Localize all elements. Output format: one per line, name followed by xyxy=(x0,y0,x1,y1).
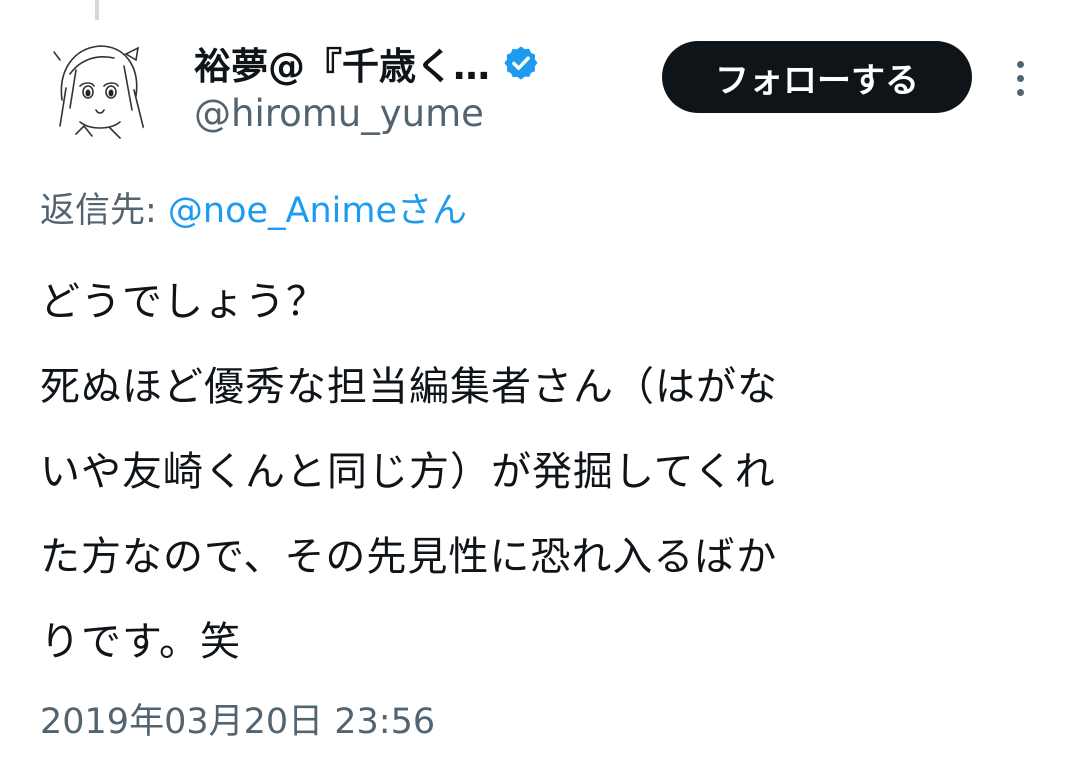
follow-button[interactable]: フォローする xyxy=(662,41,972,113)
tweet-text-line: 死ぬほど優秀な担当編集者さん（はがな xyxy=(40,364,778,410)
thread-connector-line xyxy=(95,0,99,20)
tweet-text-line: どうでしょう？ xyxy=(40,279,327,325)
tweet-timestamp[interactable]: 2019年03月20日 23:56 xyxy=(40,693,435,744)
reply-to-mention-link[interactable]: @noe_Animeさん xyxy=(168,191,467,231)
reply-to-line: 返信先: @noe_Animeさん xyxy=(40,182,467,233)
tweet-text-line: いや友崎くんと同じ方）が発掘してくれ xyxy=(40,449,776,495)
tweet-text-line: た方なので、その先見性に恐れ入るばか xyxy=(40,534,778,580)
avatar[interactable] xyxy=(40,30,158,148)
tweet-text-line: りです。笑 xyxy=(40,619,241,665)
verified-badge-icon xyxy=(502,44,540,82)
vertical-ellipsis-icon xyxy=(1016,60,1024,68)
vertical-ellipsis-icon-dot xyxy=(1016,74,1024,82)
anime-girl-sketch-avatar-icon xyxy=(40,30,158,148)
reply-to-prefix: 返信先: xyxy=(40,191,168,231)
author-handle[interactable]: @hiromu_yume xyxy=(194,92,484,135)
vertical-ellipsis-icon-dot xyxy=(1016,88,1024,96)
author-display-name[interactable]: 裕夢@『千歳く… xyxy=(194,36,490,90)
more-options-button[interactable] xyxy=(1000,52,1040,104)
tweet-text: どうでしょう？ 死ぬほど優秀な担当編集者さん（はがな いや友崎くんと同じ方）が発… xyxy=(40,260,1040,685)
author-name-row[interactable]: 裕夢@『千歳く… xyxy=(194,38,540,88)
